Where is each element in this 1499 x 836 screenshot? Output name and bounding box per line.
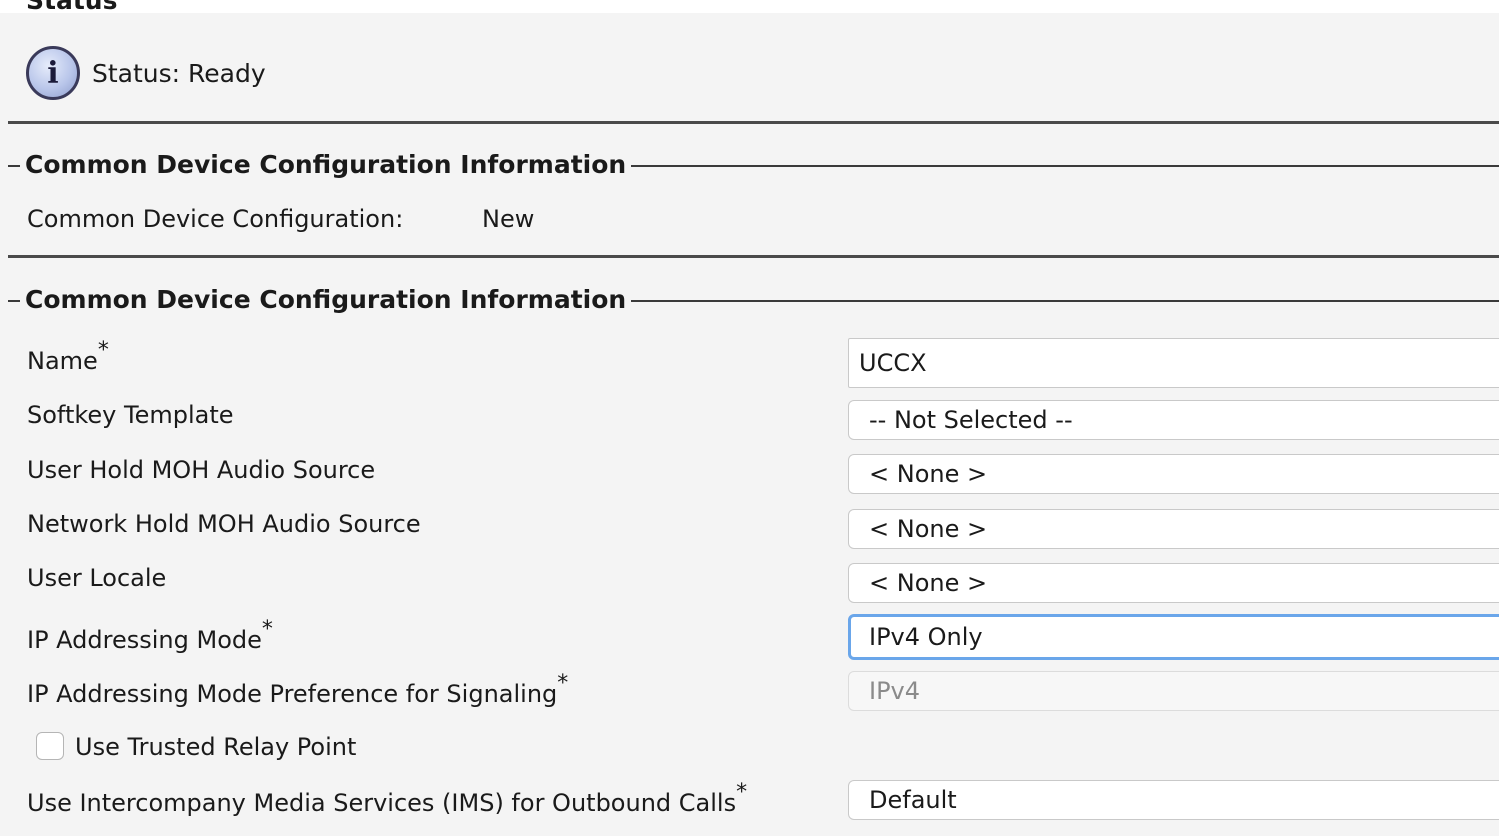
section-divider xyxy=(8,121,1499,124)
fieldset-legend-2: Common Device Configuration Information xyxy=(8,285,1499,315)
ip-addressing-mode-value: IPv4 Only xyxy=(869,623,983,651)
legend-title: Common Device Configuration Information xyxy=(20,285,632,315)
common-device-config-value: New xyxy=(482,205,535,233)
user-locale-label: User Locale xyxy=(27,564,167,592)
top-strip xyxy=(0,0,1499,13)
name-input[interactable]: UCCX xyxy=(848,338,1499,388)
ip-mode-preference-value: IPv4 xyxy=(869,677,921,705)
required-marker: * xyxy=(261,617,273,642)
softkey-template-value: -- Not Selected -- xyxy=(869,406,1073,434)
section-divider xyxy=(8,255,1499,258)
info-icon: i xyxy=(26,46,80,100)
user-locale-value: < None > xyxy=(869,569,988,597)
fieldset-legend-1: Common Device Configuration Information xyxy=(8,150,1499,180)
user-hold-moh-select[interactable]: < None > xyxy=(848,454,1499,494)
user-hold-moh-label: User Hold MOH Audio Source xyxy=(27,456,376,484)
user-hold-moh-value: < None > xyxy=(869,460,988,488)
ims-value: Default xyxy=(869,786,957,814)
ip-mode-preference-select: IPv4 xyxy=(848,671,1499,711)
status-text: Status: Ready xyxy=(92,58,266,88)
status-section-heading: Status xyxy=(26,0,118,15)
status-row: i Status: Ready xyxy=(26,43,266,103)
legend-title: Common Device Configuration Information xyxy=(20,150,632,180)
ip-mode-preference-label: IP Addressing Mode Preference for Signal… xyxy=(27,671,569,708)
required-marker: * xyxy=(97,338,109,363)
network-hold-moh-value: < None > xyxy=(869,515,988,543)
name-input-value: UCCX xyxy=(859,349,927,377)
ims-label: Use Intercompany Media Services (IMS) fo… xyxy=(27,780,748,817)
ims-select[interactable]: Default xyxy=(848,780,1499,820)
ip-addressing-mode-select[interactable]: IPv4 Only xyxy=(848,614,1499,660)
trusted-relay-checkbox[interactable] xyxy=(36,732,64,760)
common-device-config-label: Common Device Configuration: xyxy=(27,205,404,233)
required-marker: * xyxy=(557,671,569,696)
required-marker: * xyxy=(736,780,748,805)
user-locale-select[interactable]: < None > xyxy=(848,563,1499,603)
trusted-relay-label: Use Trusted Relay Point xyxy=(75,733,357,761)
softkey-template-label: Softkey Template xyxy=(27,401,234,429)
network-hold-moh-label: Network Hold MOH Audio Source xyxy=(27,510,421,538)
network-hold-moh-select[interactable]: < None > xyxy=(848,509,1499,549)
ip-addressing-mode-label: IP Addressing Mode* xyxy=(27,617,273,654)
name-label: Name* xyxy=(27,338,109,375)
softkey-template-select[interactable]: -- Not Selected -- xyxy=(848,400,1499,440)
